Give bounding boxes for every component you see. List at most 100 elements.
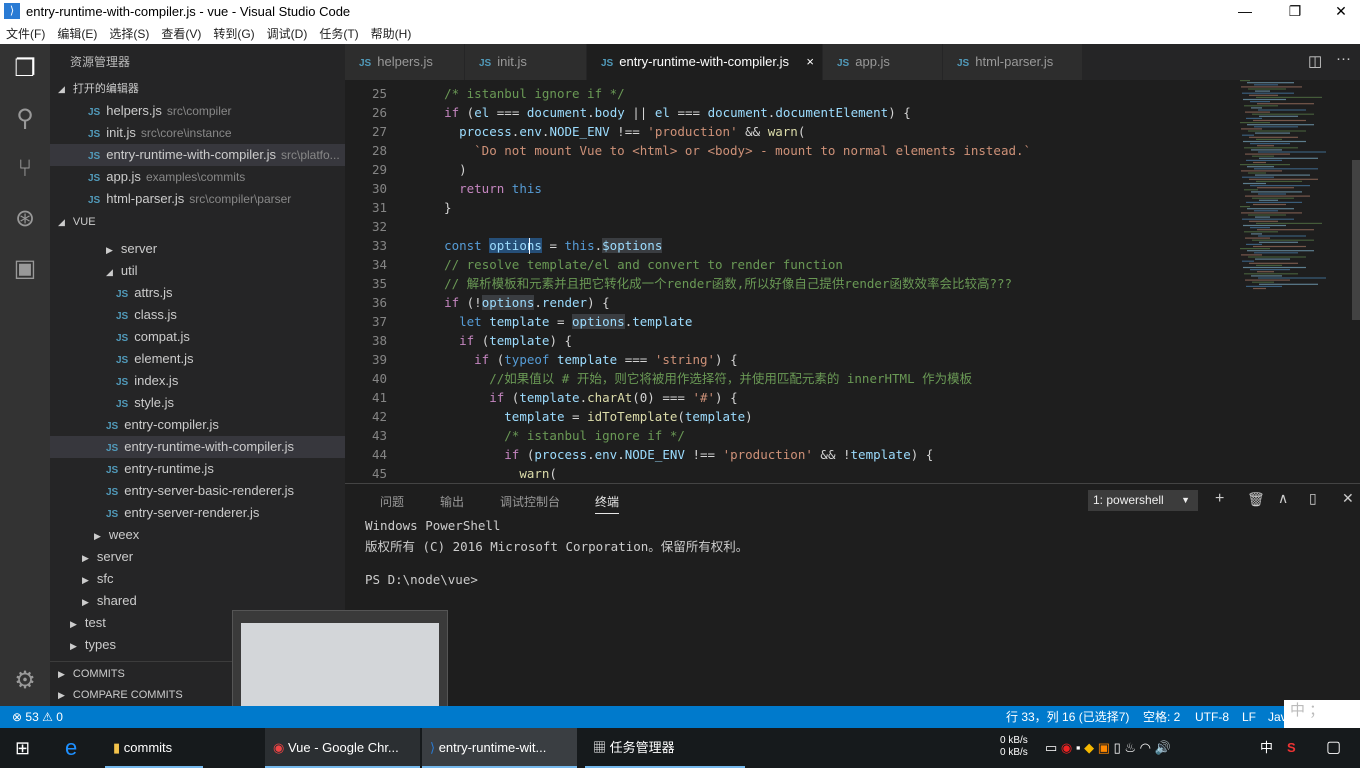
menu-item[interactable]: 转到(G) [207,25,260,42]
code-line[interactable]: if (template) { [429,331,572,350]
folder-item[interactable]: ▶ sfc [50,568,345,590]
code-line[interactable]: if (el === document.body || el === docum… [429,103,911,122]
notification-icon[interactable]: ▢ [1326,728,1341,768]
menu-item[interactable]: 帮助(H) [365,25,418,42]
search-icon[interactable]: ⚲ [0,94,50,144]
code-line[interactable]: // 解析模板和元素并且把它转化成一个render函数,所以好像自己提供rend… [429,274,1012,293]
maximize-panel-icon[interactable]: ∧ [1278,490,1288,507]
menu-item[interactable]: 查看(V) [155,25,207,42]
code-line[interactable]: /* istanbul ignore if */ [429,84,625,103]
indentation[interactable]: 空格: 2 [1143,706,1180,728]
tab-helpers-js[interactable]: JS helpers.js [345,44,465,80]
code-line[interactable]: process.env.NODE_ENV !== 'production' &&… [429,122,805,141]
panel-tab[interactable]: 调试控制台 [500,493,560,510]
menu-item[interactable]: 选择(S) [103,25,155,42]
menu-item[interactable]: 调试(D) [261,25,314,42]
gear-icon[interactable]: ⚙ [0,656,50,706]
file-item[interactable]: JS attrs.js [50,282,345,304]
editor-scrollbar[interactable] [1352,160,1360,320]
open-editor-item[interactable]: JS app.js examples\commits [50,166,345,188]
line-ending[interactable]: LF [1242,706,1256,728]
menu-item[interactable]: 任务(T) [313,25,364,42]
terminal-line[interactable]: PS D:\node\vue> [365,572,478,587]
ime-tray[interactable]: 中 [1260,728,1273,768]
debug-icon[interactable]: ⊛ [0,194,50,244]
extensions-icon[interactable]: ▣ [0,244,50,294]
panel-tab[interactable]: 问题 [380,493,404,510]
file-item[interactable]: JS entry-server-renderer.js [50,502,345,524]
minimap[interactable] [1240,80,1350,300]
code-line[interactable]: warn( [429,464,557,483]
file-item[interactable]: JS compat.js [50,326,345,348]
code-line[interactable]: ) [429,160,467,179]
cursor-position[interactable]: 行 33，列 16 (已选择7) [1006,706,1129,728]
trash-icon[interactable]: 🗑 [1247,491,1265,508]
tab-entry-runtime-with-compiler-js[interactable]: JS entry-runtime-with-compiler.js × [587,44,823,80]
code-line[interactable]: if (!options.render) { [429,293,610,312]
open-editor-item[interactable]: JS html-parser.js src\compiler\parser [50,188,345,210]
taskbar-item-vscode[interactable]: ⟩ entry-runtime-wit... [422,728,577,768]
code-line[interactable]: template = idToTemplate(template) [429,407,752,426]
code-line[interactable]: if (process.env.NODE_ENV !== 'production… [429,445,933,464]
close-tab-icon[interactable]: × [806,44,814,80]
code-editor[interactable]: 25 /* istanbul ignore if */26 if (el ===… [345,80,1360,483]
file-item[interactable]: JS entry-runtime.js [50,458,345,480]
open-editor-item[interactable]: JS init.js src\core\instance [50,122,345,144]
file-item[interactable]: JS class.js [50,304,345,326]
new-terminal-icon[interactable]: + [1215,490,1224,508]
encoding[interactable]: UTF-8 [1195,706,1229,728]
code-line[interactable]: let template = options.template [429,312,692,331]
code-line[interactable]: if (template.charAt(0) === '#') { [429,388,737,407]
folder-item[interactable]: ▶ shared [50,590,345,612]
code-line[interactable]: `Do not mount Vue to <html> or <body> - … [429,141,1031,160]
folder-item[interactable]: ▶ weex [50,524,345,546]
file-item[interactable]: JS style.js [50,392,345,414]
file-item[interactable]: JS element.js [50,348,345,370]
file-item[interactable]: JS entry-runtime-with-compiler.js [50,436,345,458]
file-item[interactable]: JS entry-server-basic-renderer.js [50,480,345,502]
code-line[interactable]: // resolve template/el and convert to re… [429,255,843,274]
code-line[interactable]: const options = this.$options [429,236,663,255]
edge-icon[interactable]: e [65,728,77,768]
open-editor-item[interactable]: JS helpers.js src\compiler [50,100,345,122]
explorer-icon[interactable]: ❐ [0,44,50,94]
terminal-line[interactable]: 版权所有 (C) 2016 Microsoft Corporation。保留所有… [365,536,748,555]
minimize-button[interactable]: — [1222,0,1268,22]
code-line[interactable]: if (typeof template === 'string') { [429,350,737,369]
split-editor-icon[interactable]: ◫ [1308,52,1322,70]
tab-app-js[interactable]: JS app.js [823,44,943,80]
more-actions-icon[interactable]: ··· [1336,50,1351,67]
menu-item[interactable]: 编辑(E) [51,25,103,42]
file-item[interactable]: JS index.js [50,370,345,392]
code-line[interactable]: //如果值以 # 开始，则它将被用作选择符，并使用匹配元素的 innerHTML… [429,369,972,388]
code-line[interactable]: /* istanbul ignore if */ [429,426,685,445]
taskbar-item-chrome[interactable]: ◉ Vue - Google Chr... [265,728,420,768]
close-panel-icon[interactable]: ✕ [1342,490,1354,507]
code-line[interactable]: } [429,198,452,217]
panel-layout-icon[interactable]: ▯ [1309,490,1317,507]
terminal-select[interactable]: 1: powershell ▼ [1088,490,1198,511]
source-control-icon[interactable]: ⑂ [0,144,50,194]
section-vue-folder[interactable]: ◢ VUE [50,210,345,232]
open-editor-item[interactable]: JS entry-runtime-with-compiler.js src\plat… [50,144,345,166]
section-open-editors[interactable]: ◢ 打开的编辑器 [50,77,345,99]
tab-init-js[interactable]: JS init.js [465,44,587,80]
tab-html-parser-js[interactable]: JS html-parser.js [943,44,1083,80]
taskbar-item-task-manager[interactable]: ▦ 任务管理器 [585,728,745,768]
menu-item[interactable]: 文件(F) [0,25,51,42]
code-line[interactable]: return this [429,179,542,198]
folder-item[interactable]: ▶ server [50,238,345,260]
taskbar-item-explorer[interactable]: ▮ commits [105,728,203,768]
sogou-icon[interactable]: S [1287,728,1296,768]
folder-item[interactable]: ▶ server [50,546,345,568]
folder-item[interactable]: ◢ util [50,260,345,282]
panel-tab[interactable]: 终端 [595,493,620,514]
windows-start-icon[interactable]: ⊞ [15,728,30,768]
restore-button[interactable]: ❐ [1272,0,1318,22]
file-item[interactable]: JS entry-compiler.js [50,414,345,436]
errors-status[interactable]: ⊗ 53 ⚠ 0 [12,706,63,728]
panel-tab[interactable]: 输出 [440,493,464,510]
terminal-line[interactable]: Windows PowerShell [365,518,500,533]
close-window-button[interactable]: ✕ [1318,0,1360,22]
tray-icons[interactable]: ▭ ◉ ▪ ◆ ▣ ▯ ♨ ◠ 🔊 [1045,728,1171,768]
